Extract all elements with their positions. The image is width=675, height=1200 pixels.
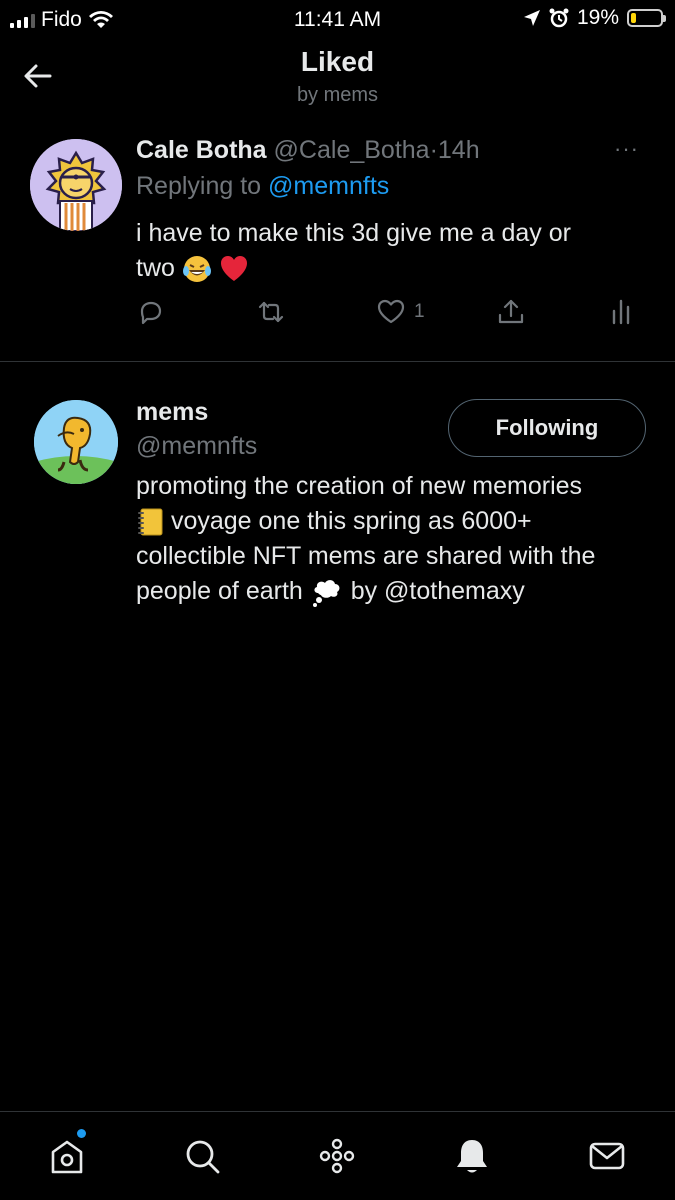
page-title: Liked [300,46,375,77]
notebook-emoji-icon [138,508,163,536]
profile-avatar[interactable] [34,400,118,484]
tab-spaces[interactable] [315,1134,359,1178]
share-button[interactable] [496,296,526,328]
analytics-icon [612,299,630,325]
tweet-text-line2: two [136,254,175,282]
like-count: 1 [414,301,425,322]
bio-line2: voyage one this spring as 6000+ [170,507,532,535]
red-heart-emoji-icon [220,256,247,282]
status-bar: Fido 11:41 AM 19% [0,0,675,38]
spaces-icon [319,1138,355,1174]
tab-messages[interactable] [585,1134,629,1178]
tab-search[interactable] [180,1134,224,1178]
profile-bio: promoting the creation of new memories v… [136,469,656,609]
tweet-meta: Cale Botha @Cale_Botha·14h [136,136,480,165]
laughing-tears-emoji-icon [182,256,211,283]
thought-balloon-emoji-icon [312,580,340,608]
profile-name[interactable]: mems [136,398,208,427]
home-icon [51,1140,83,1174]
like-button[interactable]: 1 [376,296,425,328]
tweet-avatar[interactable] [30,139,122,231]
replying-prefix: Replying to [136,172,262,200]
home-notification-dot [77,1129,86,1138]
replying-to: Replying to @memnfts [136,172,389,201]
bio-line1: promoting the creation of new memories [136,472,583,500]
tab-notifications[interactable] [450,1134,494,1178]
location-icon [523,10,540,26]
reply-button[interactable] [136,296,166,328]
bio-line3: collectible NFT mems are shared with the [136,542,596,570]
tweet-text: i have to make this 3d give me a day or … [136,216,636,286]
messages-icon [589,1142,625,1170]
replying-mention-link[interactable]: @memnfts [268,172,389,200]
retweet-icon [258,301,284,323]
tweet-author-name[interactable]: Cale Botha [136,136,267,164]
avatar-illustration [30,139,122,231]
like-icon [377,299,405,324]
tweet-separator: · [429,136,438,164]
search-icon [186,1140,220,1174]
bio-line4-b: by @tothemaxy [350,577,525,605]
tweet-time[interactable]: 14h [438,136,480,164]
profile-handle[interactable]: @memnfts [136,432,257,461]
tweet-author-handle[interactable]: @Cale_Botha [274,136,430,164]
following-button[interactable]: Following [448,399,646,457]
retweet-button[interactable] [256,296,286,328]
notifications-icon [457,1140,487,1173]
more-icon[interactable]: ··· [614,136,639,162]
share-icon [498,299,524,324]
battery-fill [631,13,636,23]
page-subtitle: by mems [296,84,379,106]
status-right: 19% [523,6,666,30]
tweet-text-line1: i have to make this 3d give me a day or [136,219,571,247]
tabbar-divider [0,1111,675,1112]
analytics-button[interactable] [606,296,636,328]
alarm-icon [549,8,569,28]
battery-percent: 19% [576,6,619,29]
section-divider [0,361,675,362]
bio-line4-a: people of earth [136,577,303,605]
battery-icon [627,9,666,27]
avatar-illustration [34,400,118,484]
tab-home[interactable] [45,1134,89,1178]
reply-icon [140,301,162,325]
